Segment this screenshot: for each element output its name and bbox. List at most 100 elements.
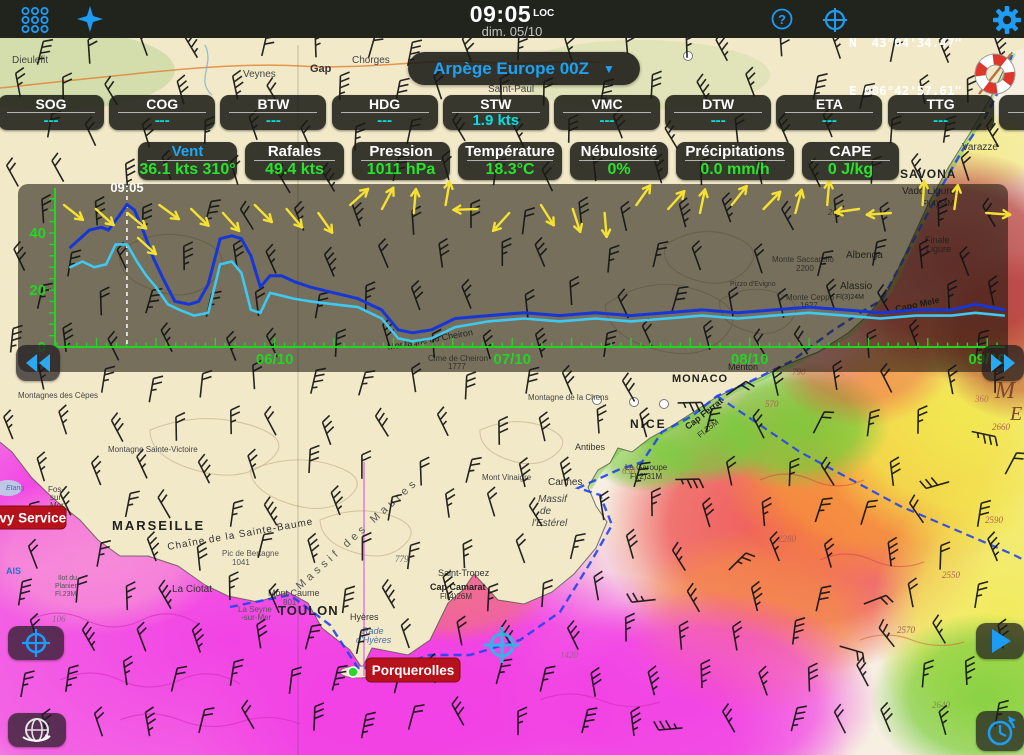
weather-instrument-pression[interactable]: Pression1011 hPa	[352, 142, 450, 180]
wind-direction-arrow	[732, 186, 747, 205]
series-vent	[70, 244, 1003, 341]
time-control-button[interactable]	[976, 711, 1024, 751]
weather-instrument-precipitations[interactable]: Précipitations0.0 mm/h	[676, 142, 794, 180]
gps-target-icon[interactable]	[822, 7, 848, 33]
instrument-label: Température	[458, 143, 562, 160]
y-axis-tick-label: 40	[29, 225, 46, 242]
instrument-value: ---	[220, 113, 326, 129]
latitude-value: N 43°04'34.47"	[849, 35, 979, 51]
wind-direction-arrow	[867, 210, 891, 218]
wind-direction-arrow	[986, 210, 1010, 218]
nav-instrument-sog[interactable]: SOG---	[0, 95, 104, 130]
nav-instrument-dtw[interactable]: DTW---	[665, 95, 771, 130]
wind-direction-arrow	[953, 185, 961, 209]
wind-direction-arrow	[350, 189, 368, 205]
instrument-value: ---	[0, 113, 104, 129]
series-rafales	[70, 205, 1003, 333]
settings-gear-icon[interactable]	[992, 5, 1022, 35]
instrument-value: 36.1 kts 310°	[138, 161, 237, 179]
instrument-label: SOG	[0, 96, 104, 112]
wind-direction-arrow	[602, 213, 610, 237]
wind-direction-arrow	[453, 206, 477, 214]
nav-instrument-btw[interactable]: BTW---	[220, 95, 326, 130]
wind-direction-arrow	[96, 209, 114, 225]
wind-direction-arrow	[835, 207, 859, 215]
instrument-label: STW	[443, 96, 549, 112]
instrument-value: 1011 hPa	[352, 161, 450, 179]
weather-model-label: Arpège Europe 00Z	[433, 59, 589, 79]
wind-direction-arrow	[318, 213, 332, 233]
nav-instrument-stw[interactable]: STW1.9 kts	[443, 95, 549, 130]
wind-direction-arrow	[493, 213, 509, 231]
instrument-label: Précipitations	[676, 143, 794, 160]
svg-text:?: ?	[778, 12, 786, 27]
instrument-value: ---	[554, 113, 660, 129]
wind-direction-arrow	[764, 192, 781, 209]
wind-direction-arrow	[700, 190, 708, 213]
time-zone-suffix: LOC	[533, 8, 554, 19]
wind-direction-arrow	[668, 191, 684, 209]
nav-instrument-cog[interactable]: COG---	[109, 95, 215, 130]
weather-model-selector[interactable]: Arpège Europe 00Z ▼	[408, 52, 640, 85]
instrument-value: 18.3°C	[458, 161, 562, 179]
instrument-label: VMC	[554, 96, 660, 112]
timeline-rewind-button[interactable]	[16, 345, 60, 381]
instrument-value: 0%	[570, 161, 668, 179]
instrument-label: Nébulosité	[570, 143, 668, 160]
wind-direction-arrow	[382, 188, 394, 209]
wind-direction-arrow	[541, 205, 554, 225]
animate-forecast-button[interactable]	[976, 623, 1024, 659]
instrument-value: ---	[109, 113, 215, 129]
wind-direction-arrow	[159, 205, 178, 219]
wind-direction-arrow	[255, 205, 272, 222]
weather-instrument-nebulosite[interactable]: Nébulosité0%	[570, 142, 668, 180]
longitude-value: E 006°42'57.61"	[849, 83, 979, 99]
instrument-label: Vent	[138, 143, 237, 160]
instrument-label: BTW	[220, 96, 326, 112]
wind-direction-arrow	[445, 181, 453, 205]
gps-coordinates: N 43°04'34.47" E 006°42'57.61"	[849, 3, 979, 131]
center-boat-button[interactable]	[8, 626, 64, 660]
instrument-label: CAPE	[802, 143, 899, 160]
wind-direction-arrow	[795, 190, 803, 213]
wind-direction-arrow	[573, 209, 582, 232]
x-axis-date-label: 08/10	[731, 351, 769, 368]
instrument-label: DTW	[665, 96, 771, 112]
instrument-label: HDG	[332, 96, 438, 112]
instrument-label: Pression	[352, 143, 450, 160]
wind-direction-arrow	[825, 181, 833, 205]
help-icon[interactable]: ?	[771, 8, 795, 32]
current-time-label: 09:05	[110, 180, 143, 195]
x-axis-date-label: 07/10	[493, 351, 531, 368]
top-status-bar: 09:05LOC dim. 05/10 ? N 43°04'34.47" E 0…	[0, 0, 1024, 38]
weather-instrument-vent[interactable]: Vent36.1 kts 310°	[138, 142, 237, 180]
wind-direction-arrow	[191, 209, 208, 226]
chevron-down-icon: ▼	[603, 62, 615, 76]
instrument-value: 1.9 kts	[443, 113, 549, 129]
divider	[1008, 112, 1024, 113]
nav-instrument-hdg[interactable]: HDG---	[332, 95, 438, 130]
wind-direction-arrow	[64, 205, 83, 220]
wind-direction-arrow	[223, 213, 239, 231]
weather-instrument-cape[interactable]: CAPE0 J/kg	[802, 142, 899, 180]
nav-instrument-vmc[interactable]: VMC---	[554, 95, 660, 130]
wind-direction-arrow	[636, 185, 650, 205]
wind-direction-arrow	[287, 209, 302, 227]
instrument-value: ---	[665, 113, 771, 129]
weather-instrument-temperature[interactable]: Température18.3°C	[458, 142, 562, 180]
x-axis-date-label: 06/10	[256, 351, 294, 368]
instrument-value: 49.4 kts	[245, 161, 344, 179]
y-axis-tick-label: 20	[29, 282, 46, 299]
instrument-label: COG	[109, 96, 215, 112]
timeline-forward-button[interactable]	[982, 345, 1024, 381]
instrument-label: Rafales	[245, 143, 344, 160]
instrument-label: B	[999, 96, 1024, 112]
instrument-value: ---	[332, 113, 438, 129]
nav-instrument-b[interactable]: B	[999, 95, 1024, 130]
instrument-value: 0 J/kg	[802, 161, 899, 179]
wind-direction-arrow	[411, 189, 419, 213]
wind-direction-arrow	[920, 181, 928, 205]
globe-view-button[interactable]	[8, 713, 66, 747]
weather-instrument-rafales[interactable]: Rafales49.4 kts	[245, 142, 344, 180]
instrument-value: 0.0 mm/h	[676, 161, 794, 179]
